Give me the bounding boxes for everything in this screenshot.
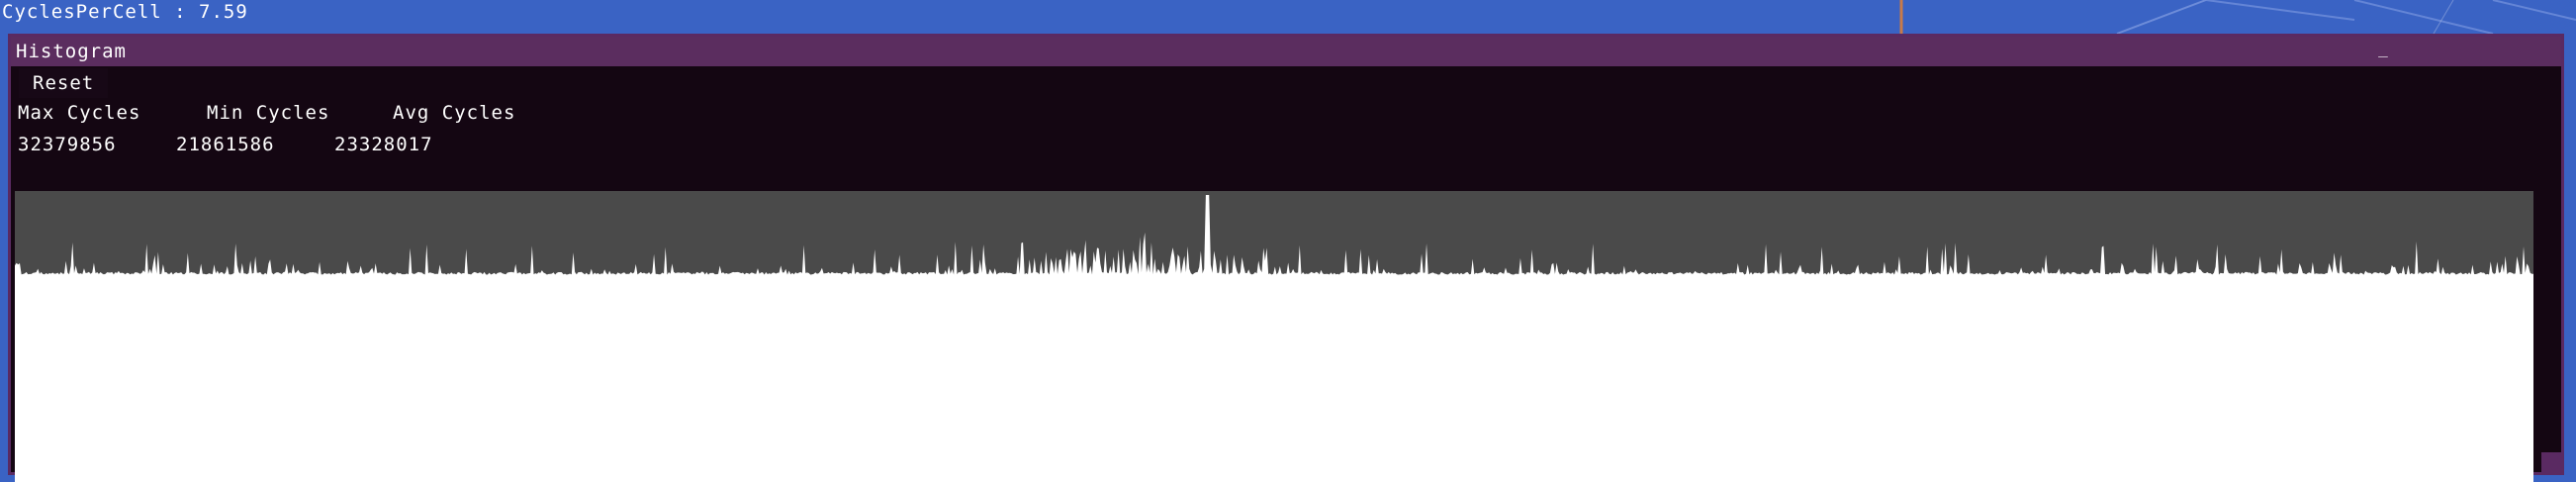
avg-cycles-label: Avg Cycles <box>393 102 516 124</box>
histogram-chart <box>15 195 2533 482</box>
minimize-button[interactable]: _ <box>2373 41 2393 60</box>
avg-cycles-value: 23328017 <box>334 134 433 155</box>
window-title: Histogram <box>16 41 127 62</box>
max-cycles-label: Max Cycles <box>18 102 141 124</box>
min-cycles-label: Min Cycles <box>207 102 330 124</box>
histogram-window: Histogram _ Reset Max Cycles Min Cycles … <box>8 34 2564 482</box>
histogram-area <box>15 195 2533 482</box>
histogram-plot <box>15 191 2533 482</box>
resize-grip[interactable] <box>2541 452 2561 472</box>
window-content: Reset Max Cycles Min Cycles Avg Cycles 3… <box>11 66 2561 482</box>
min-cycles-value: 21861586 <box>176 134 275 155</box>
reset-button[interactable]: Reset <box>19 68 109 98</box>
cycles-per-cell-readout: CyclesPerCell : 7.59 <box>2 1 248 23</box>
max-cycles-value: 32379856 <box>18 134 117 155</box>
window-titlebar[interactable]: Histogram _ <box>11 37 2561 66</box>
